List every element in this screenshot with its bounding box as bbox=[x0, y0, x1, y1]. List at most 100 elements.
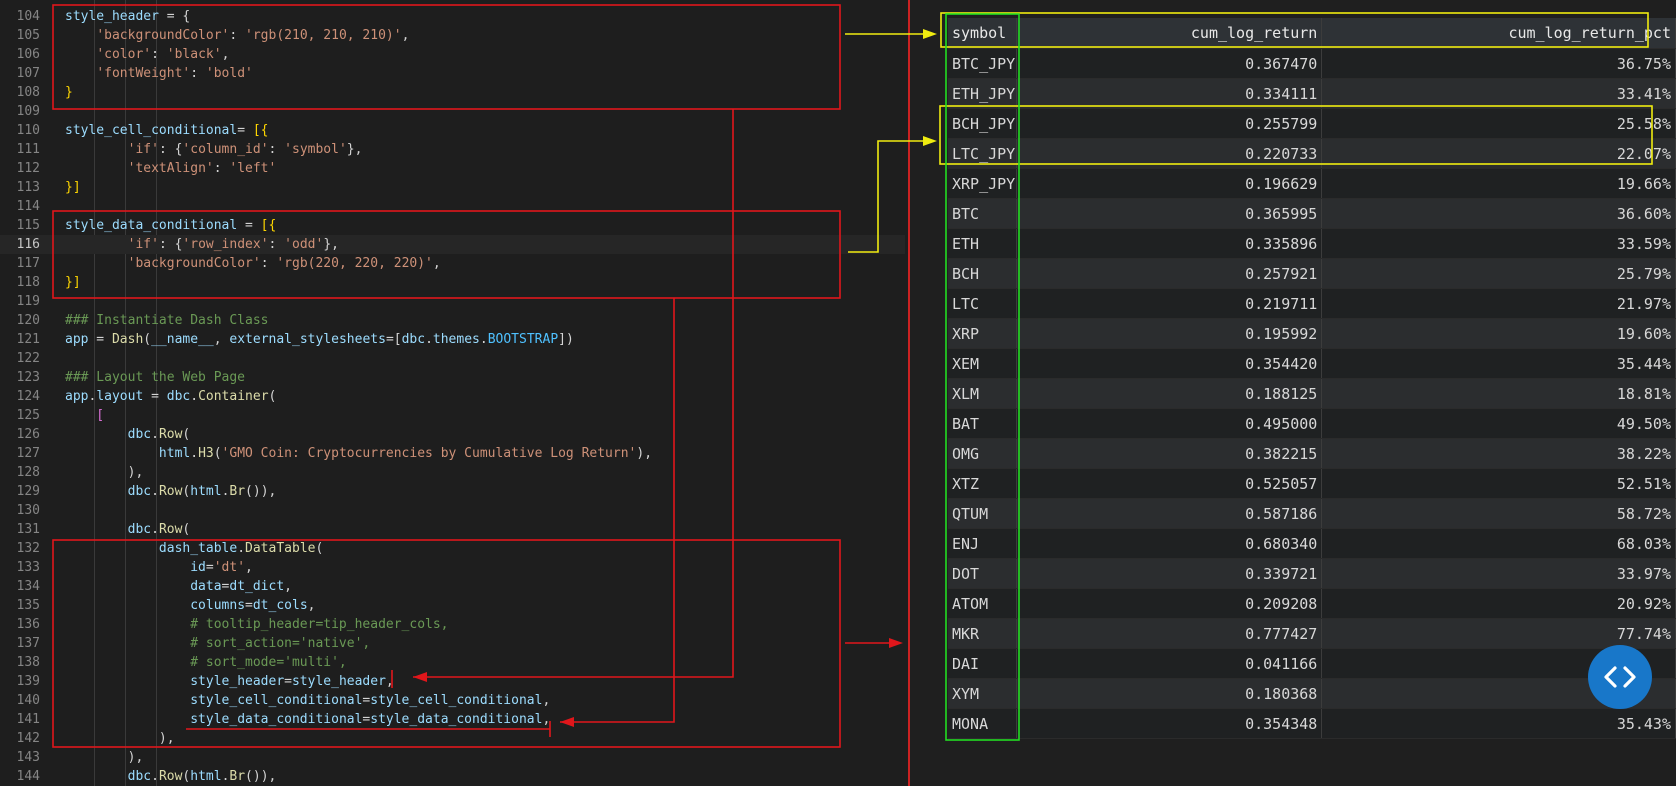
table-row[interactable]: XTZ 0.525057 52.51% bbox=[948, 468, 1676, 499]
cell-symbol[interactable]: XEM bbox=[948, 348, 1018, 379]
table-row[interactable]: ETH 0.335896 33.59% bbox=[948, 228, 1676, 259]
table-row[interactable]: XRP 0.195992 19.60% bbox=[948, 318, 1676, 349]
code-line[interactable]: 113}] bbox=[0, 178, 905, 197]
cell-cum-log-return-pct[interactable]: 33.97% bbox=[1321, 558, 1676, 589]
code-line[interactable]: 144 dbc.Row(html.Br()), bbox=[0, 767, 905, 786]
cell-cum-log-return-pct[interactable]: 25.58% bbox=[1321, 108, 1676, 139]
table-row[interactable]: XEM 0.354420 35.44% bbox=[948, 348, 1676, 379]
cell-symbol[interactable]: MONA bbox=[948, 708, 1018, 739]
code-line[interactable]: 136 # tooltip_header=tip_header_cols, bbox=[0, 615, 905, 634]
table-row[interactable]: LTC 0.219711 21.97% bbox=[948, 288, 1676, 319]
cell-cum-log-return[interactable]: 0.196629 bbox=[1016, 168, 1323, 199]
table-row[interactable]: ATOM 0.209208 20.92% bbox=[948, 588, 1676, 619]
cell-symbol[interactable]: MKR bbox=[948, 618, 1018, 649]
code-line[interactable]: 122 bbox=[0, 349, 905, 368]
cell-cum-log-return-pct[interactable]: 33.59% bbox=[1321, 228, 1676, 259]
cell-cum-log-return[interactable]: 0.255799 bbox=[1016, 108, 1323, 139]
table-row[interactable]: BAT 0.495000 49.50% bbox=[948, 408, 1676, 439]
cell-cum-log-return[interactable]: 0.219711 bbox=[1016, 288, 1323, 319]
code-line[interactable]: 137 # sort_action='native', bbox=[0, 634, 905, 653]
code-line[interactable]: 126 dbc.Row( bbox=[0, 425, 905, 444]
cell-cum-log-return-pct[interactable]: 49.50% bbox=[1321, 408, 1676, 439]
cell-cum-log-return[interactable]: 0.495000 bbox=[1016, 408, 1323, 439]
code-line[interactable]: 133 id='dt', bbox=[0, 558, 905, 577]
code-line[interactable]: 111 'if': {'column_id': 'symbol'}, bbox=[0, 140, 905, 159]
cell-symbol[interactable]: DAI bbox=[948, 648, 1018, 679]
cell-cum-log-return-pct[interactable]: 22.07% bbox=[1321, 138, 1676, 169]
code-line[interactable]: 139 style_header=style_header, bbox=[0, 672, 905, 691]
code-line[interactable]: 118}] bbox=[0, 273, 905, 292]
cell-symbol[interactable]: BCH_JPY bbox=[948, 108, 1018, 139]
code-line[interactable]: 121 app = Dash(__name__, external_stylesh… bbox=[0, 330, 905, 349]
cell-cum-log-return-pct[interactable]: 25.79% bbox=[1321, 258, 1676, 289]
code-line[interactable]: 115 style_data_conditional = [{ bbox=[0, 216, 905, 235]
code-line[interactable]: 106 'color': 'black', bbox=[0, 45, 905, 64]
code-line[interactable]: 127 html.H3('GMO Coin: Cryptocurrencies … bbox=[0, 444, 905, 463]
cell-cum-log-return-pct[interactable]: 52.51% bbox=[1321, 468, 1676, 499]
cell-cum-log-return[interactable]: 0.041166 bbox=[1016, 648, 1323, 679]
code-line[interactable]: 107 'fontWeight': 'bold' bbox=[0, 64, 905, 83]
cell-cum-log-return[interactable]: 0.680340 bbox=[1016, 528, 1323, 559]
cell-cum-log-return-pct[interactable]: 68.03% bbox=[1321, 528, 1676, 559]
cell-cum-log-return[interactable]: 0.209208 bbox=[1016, 588, 1323, 619]
cell-cum-log-return-pct[interactable]: 35.43% bbox=[1321, 708, 1676, 739]
code-line[interactable]: 125 [ bbox=[0, 406, 905, 425]
code-line[interactable]: 116 'if': {'row_index': 'odd'}, bbox=[0, 235, 905, 254]
code-line[interactable]: 104 style_header = { bbox=[0, 7, 905, 26]
code-line[interactable]: 105 'backgroundColor': 'rgb(210, 210, 21… bbox=[0, 26, 905, 45]
code-line[interactable]: 142 ), bbox=[0, 729, 905, 748]
code-line[interactable]: 132 dash_table.DataTable( bbox=[0, 539, 905, 558]
code-line[interactable]: 128 ), bbox=[0, 463, 905, 482]
column-header-cum-log-return-pct[interactable]: cum_log_return_pct bbox=[1321, 18, 1676, 49]
cell-cum-log-return-pct[interactable]: 77.74% bbox=[1321, 618, 1676, 649]
table-row[interactable]: DOT 0.339721 33.97% bbox=[948, 558, 1676, 589]
code-line[interactable]: 143 ), bbox=[0, 748, 905, 767]
cell-symbol[interactable]: ETH_JPY bbox=[948, 78, 1018, 109]
table-row[interactable]: QTUM 0.587186 58.72% bbox=[948, 498, 1676, 529]
cell-cum-log-return[interactable]: 0.335896 bbox=[1016, 228, 1323, 259]
cell-cum-log-return[interactable]: 0.188125 bbox=[1016, 378, 1323, 409]
cell-cum-log-return[interactable]: 0.354420 bbox=[1016, 348, 1323, 379]
code-line[interactable]: 110 style_cell_conditional= [{ bbox=[0, 121, 905, 140]
code-line[interactable]: 140 style_cell_conditional=style_cell_co… bbox=[0, 691, 905, 710]
code-line[interactable]: 123 ### Layout the Web Page bbox=[0, 368, 905, 387]
table-row[interactable]: XYM 0.180368 bbox=[948, 678, 1676, 709]
cell-symbol[interactable]: XYM bbox=[948, 678, 1018, 709]
cell-cum-log-return[interactable]: 0.525057 bbox=[1016, 468, 1323, 499]
table-row[interactable]: ENJ 0.680340 68.03% bbox=[948, 528, 1676, 559]
cell-cum-log-return[interactable]: 0.257921 bbox=[1016, 258, 1323, 289]
column-header-symbol[interactable]: symbol bbox=[948, 18, 1018, 49]
cell-symbol[interactable]: XTZ bbox=[948, 468, 1018, 499]
cell-cum-log-return-pct[interactable]: 35.44% bbox=[1321, 348, 1676, 379]
table-row[interactable]: BTC 0.365995 36.60% bbox=[948, 198, 1676, 229]
cell-symbol[interactable]: XRP_JPY bbox=[948, 168, 1018, 199]
table-row[interactable]: MONA 0.354348 35.43% bbox=[948, 708, 1676, 739]
cell-cum-log-return[interactable]: 0.777427 bbox=[1016, 618, 1323, 649]
table-row[interactable]: OMG 0.382215 38.22% bbox=[948, 438, 1676, 469]
table-row[interactable]: ETH_JPY 0.334111 33.41% bbox=[948, 78, 1676, 109]
cell-cum-log-return[interactable]: 0.195992 bbox=[1016, 318, 1323, 349]
cell-cum-log-return-pct[interactable]: 36.60% bbox=[1321, 198, 1676, 229]
code-view-button[interactable] bbox=[1588, 645, 1652, 709]
cell-cum-log-return[interactable]: 0.354348 bbox=[1016, 708, 1323, 739]
code-line[interactable]: 109 bbox=[0, 102, 905, 121]
table-row[interactable]: BTC_JPY 0.367470 36.75% bbox=[948, 48, 1676, 79]
column-header-cum-log-return[interactable]: cum_log_return bbox=[1016, 18, 1323, 49]
code-line[interactable]: 124 app.layout = dbc.Container( bbox=[0, 387, 905, 406]
code-line[interactable]: 119 bbox=[0, 292, 905, 311]
cell-symbol[interactable]: ETH bbox=[948, 228, 1018, 259]
cell-cum-log-return[interactable]: 0.367470 bbox=[1016, 48, 1323, 79]
cell-cum-log-return[interactable]: 0.339721 bbox=[1016, 558, 1323, 589]
cell-cum-log-return[interactable]: 0.334111 bbox=[1016, 78, 1323, 109]
code-line[interactable]: 117 'backgroundColor': 'rgb(220, 220, 22… bbox=[0, 254, 905, 273]
code-line[interactable]: 120 ### Instantiate Dash Class bbox=[0, 311, 905, 330]
cell-symbol[interactable]: BTC_JPY bbox=[948, 48, 1018, 79]
cell-cum-log-return-pct[interactable]: 33.41% bbox=[1321, 78, 1676, 109]
cell-symbol[interactable]: BAT bbox=[948, 408, 1018, 439]
cell-cum-log-return[interactable]: 0.180368 bbox=[1016, 678, 1323, 709]
code-line[interactable]: 135 columns=dt_cols, bbox=[0, 596, 905, 615]
table-row[interactable]: LTC_JPY 0.220733 22.07% bbox=[948, 138, 1676, 169]
code-line[interactable]: 141 style_data_conditional=style_data_co… bbox=[0, 710, 905, 729]
code-line[interactable]: 112 'textAlign': 'left' bbox=[0, 159, 905, 178]
table-row[interactable]: DAI 0.041166 bbox=[948, 648, 1676, 679]
